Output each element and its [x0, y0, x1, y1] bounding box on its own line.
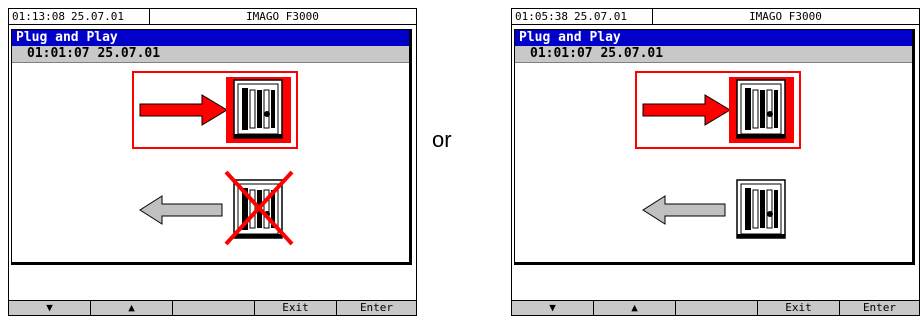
softkey-exit[interactable]: Exit	[255, 301, 337, 315]
status-model: IMAGO F3000	[246, 10, 319, 23]
softkey-bar: ▼ ▲ Exit Enter	[512, 300, 919, 315]
status-time: 01:13:08	[12, 10, 65, 23]
softkey-exit[interactable]: Exit	[758, 301, 840, 315]
dialog-title: Plug and Play	[12, 30, 409, 46]
plug-and-play-illustration	[635, 71, 801, 239]
softkey-down[interactable]: ▼	[9, 301, 91, 315]
softkey-enter[interactable]: Enter	[840, 301, 919, 315]
remove-card-graphic	[642, 179, 786, 239]
remove-card-graphic	[139, 170, 294, 246]
plug-and-play-dialog: Plug and Play 01:01:07 25.07.01	[514, 29, 915, 265]
arrow-left-icon	[139, 195, 223, 225]
plug-and-play-illustration	[132, 71, 298, 246]
plug-and-play-dialog: Plug and Play 01:01:07 25.07.01	[11, 29, 412, 265]
insert-card-graphic	[635, 71, 801, 149]
device-screen-right: 01:05:38 25.07.01 IMAGO F3000 Plug and P…	[511, 8, 920, 316]
status-bar: 01:13:08 25.07.01 IMAGO F3000	[9, 9, 416, 25]
status-time: 01:05:38	[515, 10, 568, 23]
status-model: IMAGO F3000	[749, 10, 822, 23]
insert-card-graphic	[132, 71, 298, 149]
status-bar: 01:05:38 25.07.01 IMAGO F3000	[512, 9, 919, 25]
softkey-blank[interactable]	[676, 301, 758, 315]
status-date: 25.07.01	[71, 10, 124, 23]
dialog-datetime: 01:01:07 25.07.01	[12, 46, 409, 63]
softkey-down[interactable]: ▼	[512, 301, 594, 315]
device-screen-left: 01:13:08 25.07.01 IMAGO F3000 Plug and P…	[8, 8, 417, 316]
status-date: 25.07.01	[574, 10, 627, 23]
softkey-enter[interactable]: Enter	[337, 301, 416, 315]
arrow-right-icon	[642, 94, 731, 126]
dialog-title: Plug and Play	[515, 30, 912, 46]
memory-card-icon	[736, 79, 786, 139]
arrow-left-icon	[642, 195, 726, 225]
or-separator: or	[432, 127, 452, 152]
dialog-datetime: 01:01:07 25.07.01	[515, 46, 912, 63]
memory-card-icon	[233, 79, 283, 139]
softkey-up[interactable]: ▲	[594, 301, 676, 315]
softkey-blank[interactable]	[173, 301, 255, 315]
softkey-up[interactable]: ▲	[91, 301, 173, 315]
softkey-bar: ▼ ▲ Exit Enter	[9, 300, 416, 315]
arrow-right-icon	[139, 94, 228, 126]
memory-card-icon	[736, 179, 786, 239]
